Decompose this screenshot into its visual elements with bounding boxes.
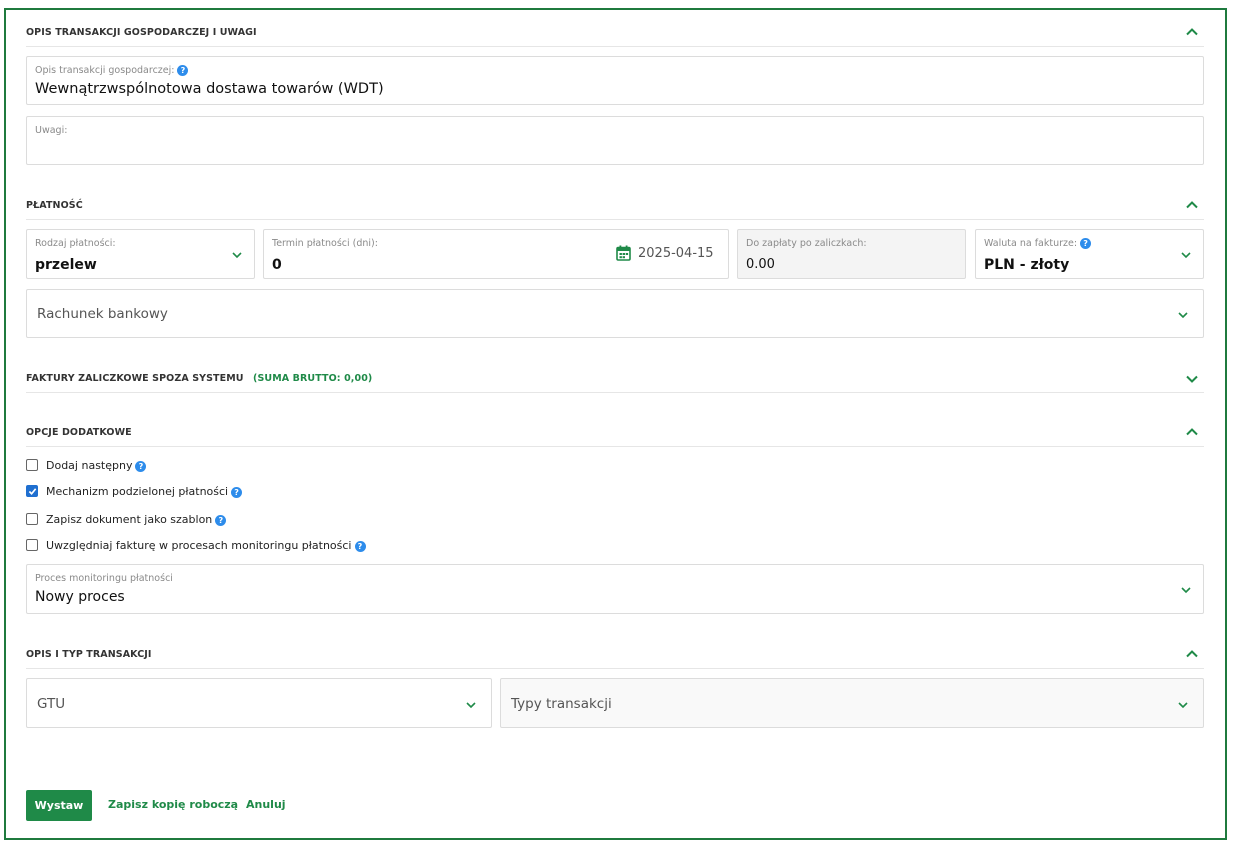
- help-icon[interactable]: ?: [177, 65, 189, 76]
- description-value: Wewnątrzwspólnotowa dostawa towarów (WDT…: [35, 81, 384, 97]
- transaction-types-label: Typy transakcji: [511, 696, 612, 712]
- payment-term-value: 0: [272, 257, 282, 273]
- option-label-wrap: Dodaj następny?: [46, 459, 147, 472]
- monitoring-process-select[interactable]: Proces monitoringu płatności Nowy proces: [26, 564, 1204, 614]
- process-label: Proces monitoringu płatności: [35, 573, 173, 584]
- description-field[interactable]: Opis transakcji gospodarczej:? Wewnątrzw…: [26, 56, 1204, 105]
- checkbox[interactable]: [26, 539, 38, 551]
- divider: [26, 219, 1204, 220]
- gtu-select[interactable]: GTU: [26, 678, 492, 728]
- payment-term-label: Termin płatności (dni):: [272, 238, 378, 249]
- chevron-up-icon[interactable]: [1184, 197, 1200, 213]
- help-icon[interactable]: ?: [354, 540, 366, 552]
- section-title-typ: OPIS I TYP TRANSAKCJI: [26, 649, 152, 660]
- option-label: Uwzględniaj fakturę w procesach monitori…: [46, 539, 352, 552]
- chevron-down-icon: [463, 697, 479, 713]
- chevron-down-icon: [1175, 697, 1191, 713]
- option-label: Mechanizm podzielonej płatności: [46, 485, 229, 498]
- faktury-title: FAKTURY ZALICZKOWE SPOZA SYSTEMU: [26, 373, 244, 384]
- chevron-down-icon: [1178, 247, 1194, 263]
- help-icon[interactable]: ?: [135, 460, 147, 472]
- divider: [26, 392, 1204, 393]
- chevron-up-icon[interactable]: [1184, 24, 1200, 40]
- chevron-down-icon: [1178, 582, 1194, 598]
- payment-type-label: Rodzaj płatności:: [35, 238, 116, 249]
- calendar-icon[interactable]: [616, 245, 631, 261]
- help-icon[interactable]: ?: [215, 514, 227, 526]
- currency-select[interactable]: Waluta na fakturze:? PLN - złoty: [975, 229, 1204, 279]
- notes-field[interactable]: Uwagi:: [26, 116, 1204, 165]
- cancel-link[interactable]: Anuluj: [246, 798, 286, 811]
- checkmark-icon: [28, 488, 37, 495]
- option-label: Zapisz dokument jako szablon: [46, 513, 213, 526]
- checkbox-checked[interactable]: [26, 485, 38, 497]
- option-label: Dodaj następny: [46, 459, 133, 472]
- section-title-platnosc: PŁATNOŚĆ: [26, 200, 83, 211]
- currency-value: PLN - złoty: [984, 257, 1070, 273]
- help-icon[interactable]: ?: [231, 486, 243, 498]
- payment-type-select[interactable]: Rodzaj płatności: przelew: [26, 229, 255, 279]
- gtu-label: GTU: [37, 696, 66, 712]
- to-pay-label: Do zapłaty po zaliczkach:: [746, 238, 867, 249]
- to-pay-value: 0.00: [746, 257, 775, 272]
- section-title-opcje: OPCJE DODATKOWE: [26, 427, 132, 438]
- process-value: Nowy proces: [35, 589, 125, 605]
- option-label-wrap: Zapisz dokument jako szablon?: [46, 513, 227, 526]
- due-date: 2025-04-15: [638, 246, 714, 261]
- divider: [26, 446, 1204, 447]
- option-label-wrap: Uwzględniaj fakturę w procesach monitori…: [46, 539, 366, 552]
- transaction-types-select[interactable]: Typy transakcji: [500, 678, 1204, 728]
- currency-label: Waluta na fakturze:: [984, 238, 1078, 249]
- chevron-up-icon[interactable]: [1184, 646, 1200, 662]
- chevron-up-icon[interactable]: [1184, 424, 1200, 440]
- issue-button[interactable]: Wystaw: [26, 790, 92, 821]
- description-label: Opis transakcji gospodarczej:: [35, 65, 175, 76]
- chevron-down-icon: [229, 247, 245, 263]
- section-title-opis: OPIS TRANSAKCJI GOSPODARCZEJ I UWAGI: [26, 27, 257, 38]
- chevron-down-icon: [1175, 307, 1191, 323]
- divider: [26, 668, 1204, 669]
- payment-type-value: przelew: [35, 257, 97, 273]
- notes-label: Uwagi:: [35, 125, 68, 136]
- payment-term-field[interactable]: Termin płatności (dni): 0 2025-04-15: [263, 229, 729, 279]
- save-draft-link[interactable]: Zapisz kopię roboczą: [108, 798, 238, 811]
- section-title-faktury: FAKTURY ZALICZKOWE SPOZA SYSTEMU (SUMA B…: [26, 373, 372, 384]
- help-icon[interactable]: ?: [1080, 238, 1092, 249]
- faktury-sum: (SUMA BRUTTO: 0,00): [253, 373, 373, 384]
- currency-label-wrap: Waluta na fakturze:?: [984, 238, 1092, 249]
- divider: [26, 46, 1204, 47]
- chevron-down-icon[interactable]: [1184, 371, 1200, 387]
- bank-account-select[interactable]: Rachunek bankowy: [26, 289, 1204, 338]
- bank-account-label: Rachunek bankowy: [37, 306, 168, 322]
- to-pay-field: Do zapłaty po zaliczkach: 0.00: [737, 229, 966, 279]
- option-label-wrap: Mechanizm podzielonej płatności?: [46, 485, 243, 498]
- checkbox[interactable]: [26, 513, 38, 525]
- checkbox[interactable]: [26, 459, 38, 471]
- description-label-wrap: Opis transakcji gospodarczej:?: [35, 65, 189, 76]
